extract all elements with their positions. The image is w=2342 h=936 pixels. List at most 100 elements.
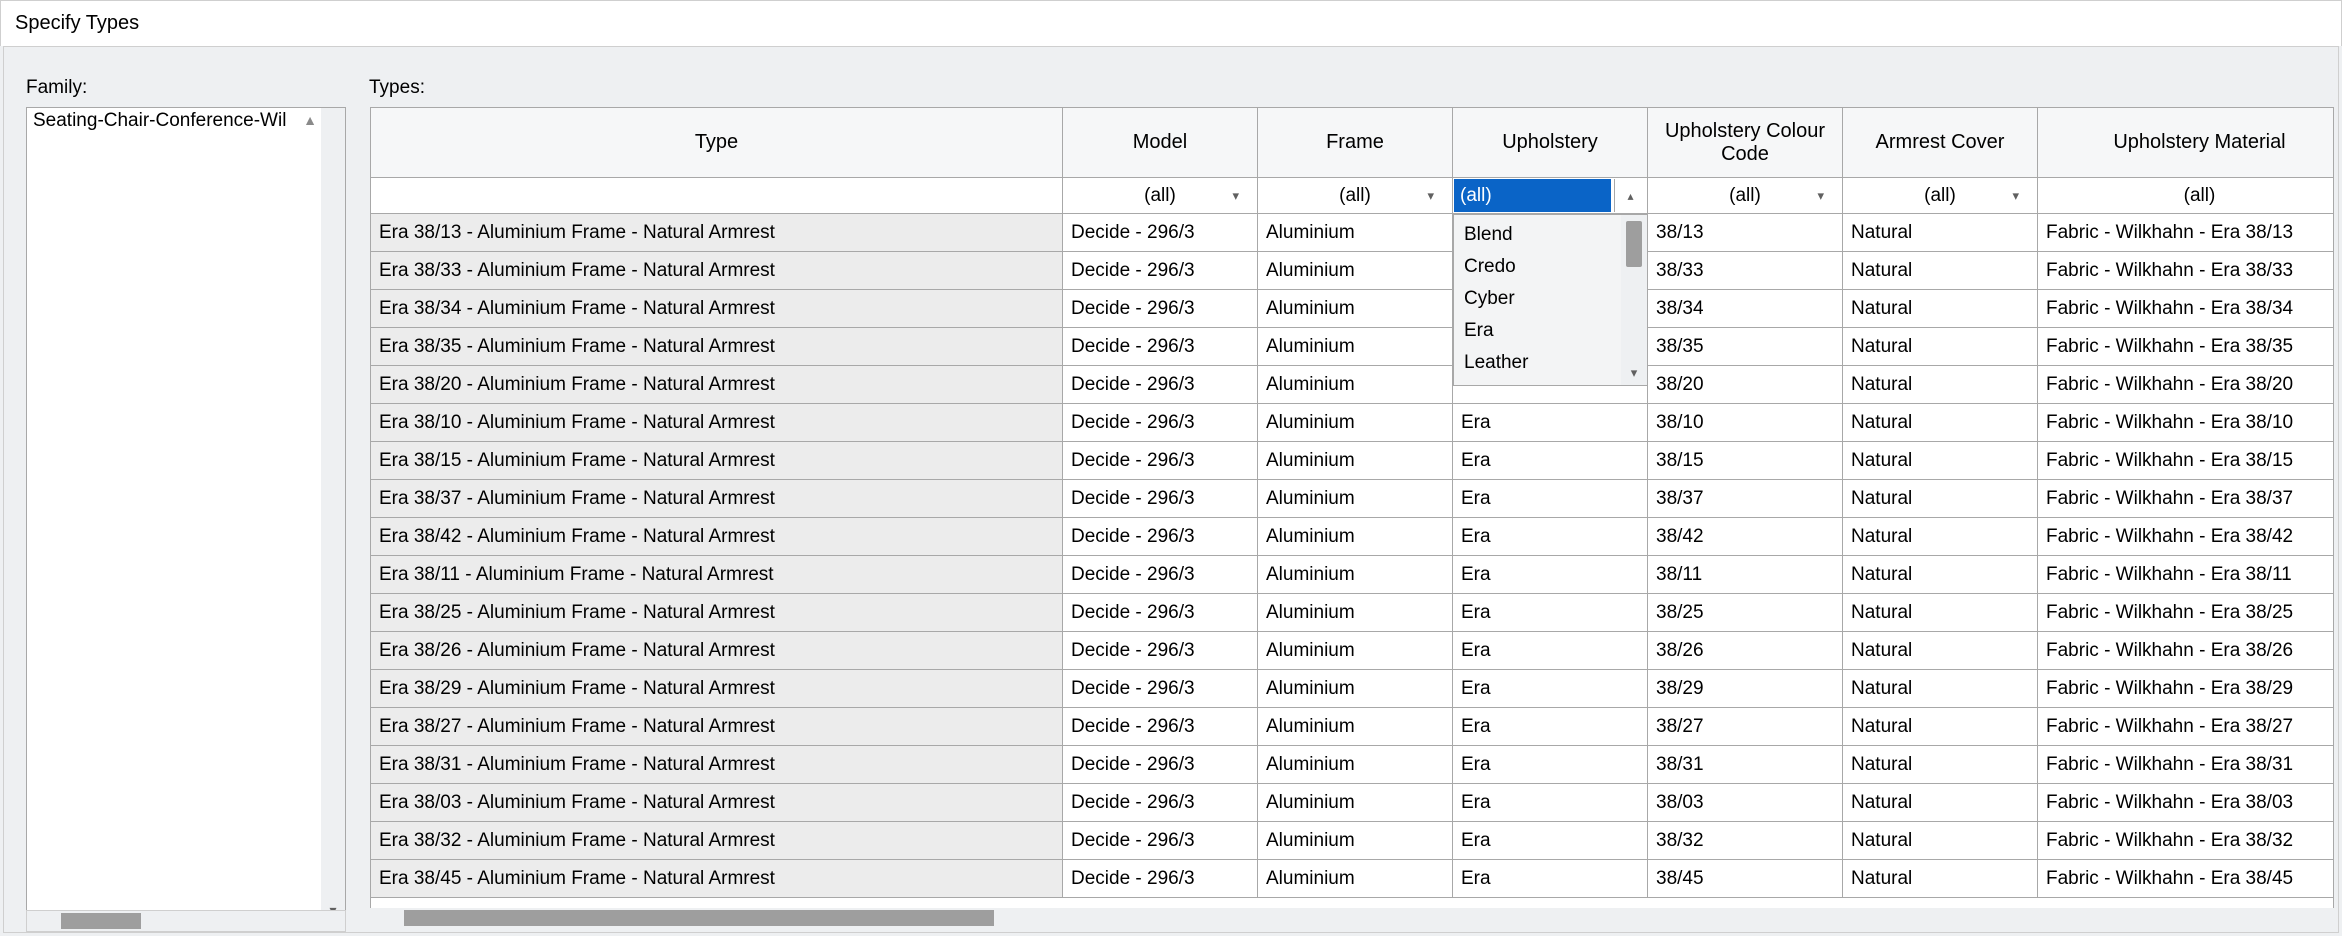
cell-uph[interactable]: Era	[1453, 480, 1648, 517]
cell-code[interactable]: 38/25	[1648, 594, 1843, 631]
scrollbar-thumb[interactable]	[61, 913, 141, 929]
filter-dropdown-button[interactable]: ▴	[1614, 179, 1646, 212]
column-header-mat[interactable]: Upholstery Material	[2038, 108, 2334, 177]
cell-uph[interactable]: Era	[1453, 708, 1648, 745]
cell-model[interactable]: Decide - 296/3	[1063, 290, 1258, 327]
dropdown-option[interactable]: Cyber	[1460, 283, 1615, 315]
cell-model[interactable]: Decide - 296/3	[1063, 518, 1258, 555]
cell-code[interactable]: 38/45	[1648, 860, 1843, 897]
cell-uph[interactable]: Era	[1453, 404, 1648, 441]
cell-code[interactable]: 38/31	[1648, 746, 1843, 783]
cell-model[interactable]: Decide - 296/3	[1063, 442, 1258, 479]
cell-frame[interactable]: Aluminium	[1258, 860, 1453, 897]
cell-model[interactable]: Decide - 296/3	[1063, 860, 1258, 897]
cell-model[interactable]: Decide - 296/3	[1063, 746, 1258, 783]
table-row[interactable]: Era 38/27 - Aluminium Frame - Natural Ar…	[371, 708, 2333, 746]
table-row[interactable]: Era 38/34 - Aluminium Frame - Natural Ar…	[371, 290, 2333, 328]
column-filter-frame[interactable]: (all)▾	[1258, 178, 1453, 213]
upholstery-filter-dropdown[interactable]: BlendCredoCyberEraLeather ▾	[1453, 214, 1648, 386]
cell-type[interactable]: Era 38/45 - Aluminium Frame - Natural Ar…	[371, 860, 1063, 897]
cell-code[interactable]: 38/29	[1648, 670, 1843, 707]
cell-type[interactable]: Era 38/03 - Aluminium Frame - Natural Ar…	[371, 784, 1063, 821]
cell-arm[interactable]: Natural	[1843, 404, 2038, 441]
cell-model[interactable]: Decide - 296/3	[1063, 556, 1258, 593]
table-row[interactable]: Era 38/11 - Aluminium Frame - Natural Ar…	[371, 556, 2333, 594]
cell-mat[interactable]: Fabric - Wilkhahn - Era 38/45	[2038, 860, 2333, 897]
cell-frame[interactable]: Aluminium	[1258, 366, 1453, 403]
cell-uph[interactable]: Era	[1453, 822, 1648, 859]
cell-uph[interactable]: Era	[1453, 594, 1648, 631]
column-header-arm[interactable]: Armrest Cover	[1843, 108, 2038, 177]
cell-arm[interactable]: Natural	[1843, 442, 2038, 479]
cell-arm[interactable]: Natural	[1843, 214, 2038, 251]
cell-code[interactable]: 38/37	[1648, 480, 1843, 517]
dropdown-option[interactable]: Credo	[1460, 251, 1615, 283]
cell-arm[interactable]: Natural	[1843, 822, 2038, 859]
cell-code[interactable]: 38/34	[1648, 290, 1843, 327]
cell-type[interactable]: Era 38/25 - Aluminium Frame - Natural Ar…	[371, 594, 1063, 631]
cell-type[interactable]: Era 38/27 - Aluminium Frame - Natural Ar…	[371, 708, 1063, 745]
table-row[interactable]: Era 38/15 - Aluminium Frame - Natural Ar…	[371, 442, 2333, 480]
cell-code[interactable]: 38/33	[1648, 252, 1843, 289]
cell-code[interactable]: 38/10	[1648, 404, 1843, 441]
cell-arm[interactable]: Natural	[1843, 290, 2038, 327]
cell-frame[interactable]: Aluminium	[1258, 252, 1453, 289]
cell-type[interactable]: Era 38/33 - Aluminium Frame - Natural Ar…	[371, 252, 1063, 289]
cell-uph[interactable]: Era	[1453, 784, 1648, 821]
cell-type[interactable]: Era 38/35 - Aluminium Frame - Natural Ar…	[371, 328, 1063, 365]
cell-model[interactable]: Decide - 296/3	[1063, 784, 1258, 821]
column-filter-model[interactable]: (all)▾	[1063, 178, 1258, 213]
grid-horizontal-scrollbar[interactable]	[370, 908, 2334, 930]
cell-mat[interactable]: Fabric - Wilkhahn - Era 38/25	[2038, 594, 2333, 631]
cell-arm[interactable]: Natural	[1843, 252, 2038, 289]
cell-arm[interactable]: Natural	[1843, 518, 2038, 555]
family-vertical-scrollbar[interactable]: ▾	[321, 108, 345, 925]
cell-type[interactable]: Era 38/20 - Aluminium Frame - Natural Ar…	[371, 366, 1063, 403]
scrollbar-thumb[interactable]	[1626, 221, 1642, 267]
cell-mat[interactable]: Fabric - Wilkhahn - Era 38/20	[2038, 366, 2333, 403]
cell-mat[interactable]: Fabric - Wilkhahn - Era 38/03	[2038, 784, 2333, 821]
cell-model[interactable]: Decide - 296/3	[1063, 252, 1258, 289]
cell-type[interactable]: Era 38/15 - Aluminium Frame - Natural Ar…	[371, 442, 1063, 479]
column-header-frame[interactable]: Frame	[1258, 108, 1453, 177]
cell-model[interactable]: Decide - 296/3	[1063, 328, 1258, 365]
cell-mat[interactable]: Fabric - Wilkhahn - Era 38/37	[2038, 480, 2333, 517]
table-row[interactable]: Era 38/13 - Aluminium Frame - Natural Ar…	[371, 214, 2333, 252]
cell-code[interactable]: 38/32	[1648, 822, 1843, 859]
cell-model[interactable]: Decide - 296/3	[1063, 708, 1258, 745]
cell-arm[interactable]: Natural	[1843, 366, 2038, 403]
cell-uph[interactable]: Era	[1453, 746, 1648, 783]
family-listbox[interactable]: Seating-Chair-Conference-Wil ▲ ▾	[26, 107, 346, 926]
cell-arm[interactable]: Natural	[1843, 556, 2038, 593]
cell-type[interactable]: Era 38/26 - Aluminium Frame - Natural Ar…	[371, 632, 1063, 669]
cell-mat[interactable]: Fabric - Wilkhahn - Era 38/11	[2038, 556, 2333, 593]
cell-mat[interactable]: Fabric - Wilkhahn - Era 38/32	[2038, 822, 2333, 859]
cell-frame[interactable]: Aluminium	[1258, 328, 1453, 365]
table-row[interactable]: Era 38/10 - Aluminium Frame - Natural Ar…	[371, 404, 2333, 442]
cell-model[interactable]: Decide - 296/3	[1063, 822, 1258, 859]
dropdown-scrollbar[interactable]: ▾	[1621, 215, 1647, 385]
cell-mat[interactable]: Fabric - Wilkhahn - Era 38/10	[2038, 404, 2333, 441]
cell-code[interactable]: 38/27	[1648, 708, 1843, 745]
cell-code[interactable]: 38/35	[1648, 328, 1843, 365]
column-filter-mat[interactable]: (all)▾	[2038, 178, 2334, 213]
cell-uph[interactable]: Era	[1453, 632, 1648, 669]
cell-frame[interactable]: Aluminium	[1258, 822, 1453, 859]
cell-code[interactable]: 38/26	[1648, 632, 1843, 669]
cell-type[interactable]: Era 38/37 - Aluminium Frame - Natural Ar…	[371, 480, 1063, 517]
table-row[interactable]: Era 38/42 - Aluminium Frame - Natural Ar…	[371, 518, 2333, 556]
cell-frame[interactable]: Aluminium	[1258, 404, 1453, 441]
column-filter-uph[interactable]: (all)▴	[1453, 178, 1648, 213]
cell-type[interactable]: Era 38/34 - Aluminium Frame - Natural Ar…	[371, 290, 1063, 327]
column-header-uph[interactable]: Upholstery	[1453, 108, 1648, 177]
cell-frame[interactable]: Aluminium	[1258, 556, 1453, 593]
table-row[interactable]: Era 38/35 - Aluminium Frame - Natural Ar…	[371, 328, 2333, 366]
filter-selected-value[interactable]: (all)	[1454, 179, 1611, 212]
grid-body[interactable]: Era 38/13 - Aluminium Frame - Natural Ar…	[371, 214, 2333, 925]
table-row[interactable]: Era 38/29 - Aluminium Frame - Natural Ar…	[371, 670, 2333, 708]
cell-model[interactable]: Decide - 296/3	[1063, 480, 1258, 517]
cell-type[interactable]: Era 38/42 - Aluminium Frame - Natural Ar…	[371, 518, 1063, 555]
cell-model[interactable]: Decide - 296/3	[1063, 214, 1258, 251]
column-header-model[interactable]: Model	[1063, 108, 1258, 177]
cell-frame[interactable]: Aluminium	[1258, 708, 1453, 745]
